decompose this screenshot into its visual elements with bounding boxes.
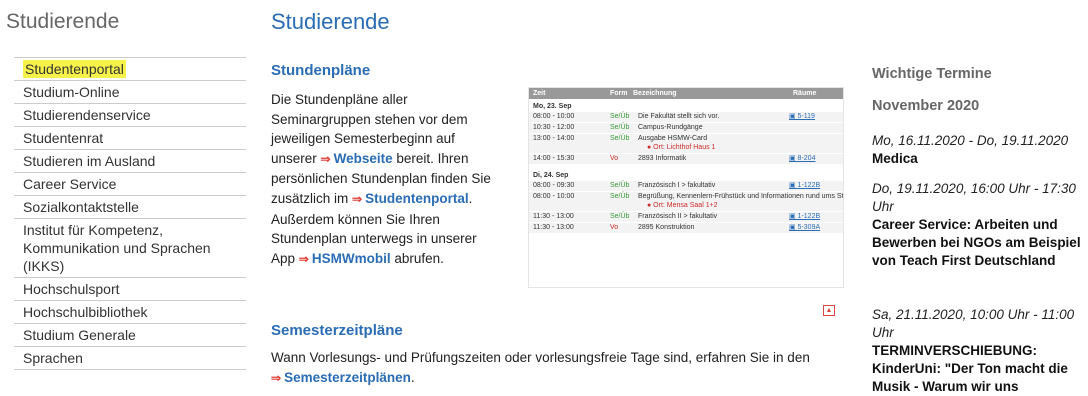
timetable-row: 11:30 - 13:00 Se/Üb Französisch II > fakul…: [529, 212, 843, 223]
timetable-room-link[interactable]: ▣ 5-309A: [789, 223, 820, 233]
sidebar-item-hochschulbibliothek[interactable]: Hochschulbibliothek: [14, 301, 246, 324]
timetable-form: Se/Üb: [610, 193, 630, 200]
sidebar-item-hochschulsport[interactable]: Hochschulsport: [14, 278, 246, 301]
timetable-row: 08:00 - 09:30 Se/Üb Französisch I > fakult…: [529, 181, 843, 192]
timetable-form: Se/Üb: [610, 124, 630, 131]
webseite-link[interactable]: ⇒ Webseite: [321, 151, 393, 166]
timetable-row: 13:00 - 14:00 Se/Üb Ausgabe HSMW-Card ● Ort…: [529, 134, 843, 154]
timetable-row: 08:00 - 10:00 Se/Üb Die Fakultät stellt si…: [529, 112, 843, 123]
timetable-room-link[interactable]: ▣ 1-122B: [789, 181, 820, 191]
termine-month: November 2020: [872, 98, 980, 114]
sidebar-item-studentenrat[interactable]: Studentenrat: [14, 127, 246, 150]
timetable-time: 08:00 - 10:00: [533, 193, 575, 200]
timetable-form: Vo: [610, 155, 619, 162]
timetable-row: 08:00 - 10:00 Se/Üb Begrüßung, Kennenlern-…: [529, 192, 843, 212]
sidebar-title: Studierende: [6, 10, 120, 33]
timetable-time: 08:00 - 10:00: [533, 113, 575, 120]
event-title[interactable]: Career Service: Arbeiten und Bewerben be…: [872, 216, 1082, 270]
timetable-room-link[interactable]: ▣ 5-119: [789, 112, 815, 122]
sidebar-item-ikks[interactable]: Institut für Kompetenz, Kommunikation un…: [14, 219, 246, 278]
timetable-form: Vo: [610, 224, 619, 231]
semesterzeitplaene-heading: Semesterzeitpläne: [271, 322, 403, 339]
stundenplaene-heading: Stundenpläne: [271, 62, 371, 79]
semesterzeitplaene-text: Wann Vorlesungs- und Prüfungszeiten oder…: [271, 350, 810, 385]
timetable-day: Mo, 23. Sep: [533, 103, 572, 110]
timetable-day-rows: 08:00 - 09:30 Se/Üb Französisch I > fakult…: [529, 181, 843, 234]
timetable-title: 2895 Konstruktion: [638, 224, 695, 231]
termine-heading: Wichtige Termine: [872, 66, 992, 82]
scroll-top-icon[interactable]: ▲: [823, 305, 835, 316]
event-title[interactable]: TERMINVERSCHIEBUNG: KinderUni: "Der Ton …: [872, 342, 1082, 396]
event-item[interactable]: Do, 19.11.2020, 16:00 Uhr - 17:30 Uhr Ca…: [872, 180, 1082, 270]
timetable-title: Campus-Rundgänge: [638, 124, 703, 131]
page-title: Studierende: [271, 9, 390, 34]
sidebar-item-studieren-im-ausland[interactable]: Studieren im Ausland: [14, 150, 246, 173]
timetable-title: 2893 Informatik: [638, 155, 687, 162]
sidebar-nav: Studentenportal Studium-Online Studieren…: [14, 57, 246, 370]
timetable-row: 14:00 - 15:30 Vo 2893 Informatik ▣ 8-204: [529, 154, 843, 165]
timetable-note: ● Ort: Mensa Saal 1+2: [647, 202, 718, 209]
timetable-col-zeit: Zeit: [533, 90, 546, 97]
external-link-icon: ⇒: [352, 191, 363, 206]
event-item[interactable]: Sa, 21.11.2020, 10:00 Uhr - 11:00 Uhr TE…: [872, 306, 1082, 396]
sidebar-item-studium-online[interactable]: Studium-Online: [14, 81, 246, 104]
timetable-time: 08:00 - 09:30: [533, 182, 575, 189]
timetable-time: 11:30 - 13:00: [533, 224, 574, 231]
timetable-form: Se/Üb: [610, 135, 630, 142]
timetable-row: 11:30 - 13:00 Vo 2895 Konstruktion ▣ 5-309A: [529, 223, 843, 234]
event-date: Do, 19.11.2020, 16:00 Uhr - 17:30 Uhr: [872, 181, 1076, 214]
timetable-time: 14:00 - 15:30: [533, 155, 575, 162]
timetable-title: Französisch II > fakultativ: [638, 213, 718, 220]
timetable-form: Se/Üb: [610, 182, 630, 189]
timetable-col-raum: Räume: [793, 90, 817, 97]
timetable-time: 10:30 - 12:00: [533, 124, 575, 131]
timetable-day: Di, 24. Sep: [533, 172, 569, 179]
timetable-note: ● Ort: Lichthof Haus 1: [647, 144, 716, 151]
timetable-row: 10:30 - 12:00 Se/Üb Campus-Rundgänge: [529, 123, 843, 134]
timetable-col-form: Form: [610, 90, 628, 97]
timetable-header: Zeit Form Bezeichnung Räume: [529, 88, 843, 99]
external-link-icon: ⇒: [271, 370, 282, 385]
sidebar-item-sozialkontaktstelle[interactable]: Sozialkontaktstelle: [14, 196, 246, 219]
sidebar-item-studium-generale[interactable]: Studium Generale: [14, 324, 246, 347]
timetable-form: Se/Üb: [610, 113, 630, 120]
timetable-room-link[interactable]: ▣ 1-122B: [789, 212, 820, 222]
timetable-day-rows: 08:00 - 10:00 Se/Üb Die Fakultät stellt si…: [529, 112, 843, 165]
stundenplaene-text: Die Stundenpläne aller Seminargruppen st…: [271, 92, 491, 266]
timetable-title: Französisch I > fakultativ: [638, 182, 716, 189]
timetable-title: Die Fakultät stellt sich vor.: [638, 113, 720, 120]
sidebar-item-studentenportal[interactable]: Studentenportal: [14, 58, 246, 81]
timetable-form: Se/Üb: [610, 213, 630, 220]
semesterzeitplaene-link[interactable]: ⇒ Semesterzeitplänen: [271, 370, 411, 385]
timetable-col-bez: Bezeichnung: [633, 90, 677, 97]
sidebar-item-sprachen[interactable]: Sprachen: [14, 347, 246, 370]
studentenportal-link[interactable]: ⇒ Studentenportal: [352, 191, 469, 206]
event-date: Mo, 16.11.2020 - Do, 19.11.2020: [872, 133, 1069, 148]
timetable-time: 13:00 - 14:00: [533, 135, 575, 142]
event-date: Sa, 21.11.2020, 10:00 Uhr - 11:00 Uhr: [872, 307, 1075, 340]
sidebar-item-career-service[interactable]: Career Service: [14, 173, 246, 196]
timetable-room-link[interactable]: ▣ 8-204: [789, 154, 815, 164]
event-item[interactable]: Mo, 16.11.2020 - Do, 19.11.2020 Medica: [872, 132, 1082, 168]
event-title[interactable]: Medica: [872, 150, 1082, 168]
sidebar-item-studierendenservice[interactable]: Studierendenservice: [14, 104, 246, 127]
timetable-time: 11:30 - 13:00: [533, 213, 574, 220]
hsmwmobil-link[interactable]: ⇒ HSMWmobil: [299, 251, 391, 266]
external-link-icon: ⇒: [320, 151, 331, 166]
app-link-icon: ⇒: [298, 251, 309, 266]
timetable-image: Zeit Form Bezeichnung Räume Mo, 23. Sep …: [528, 87, 844, 288]
